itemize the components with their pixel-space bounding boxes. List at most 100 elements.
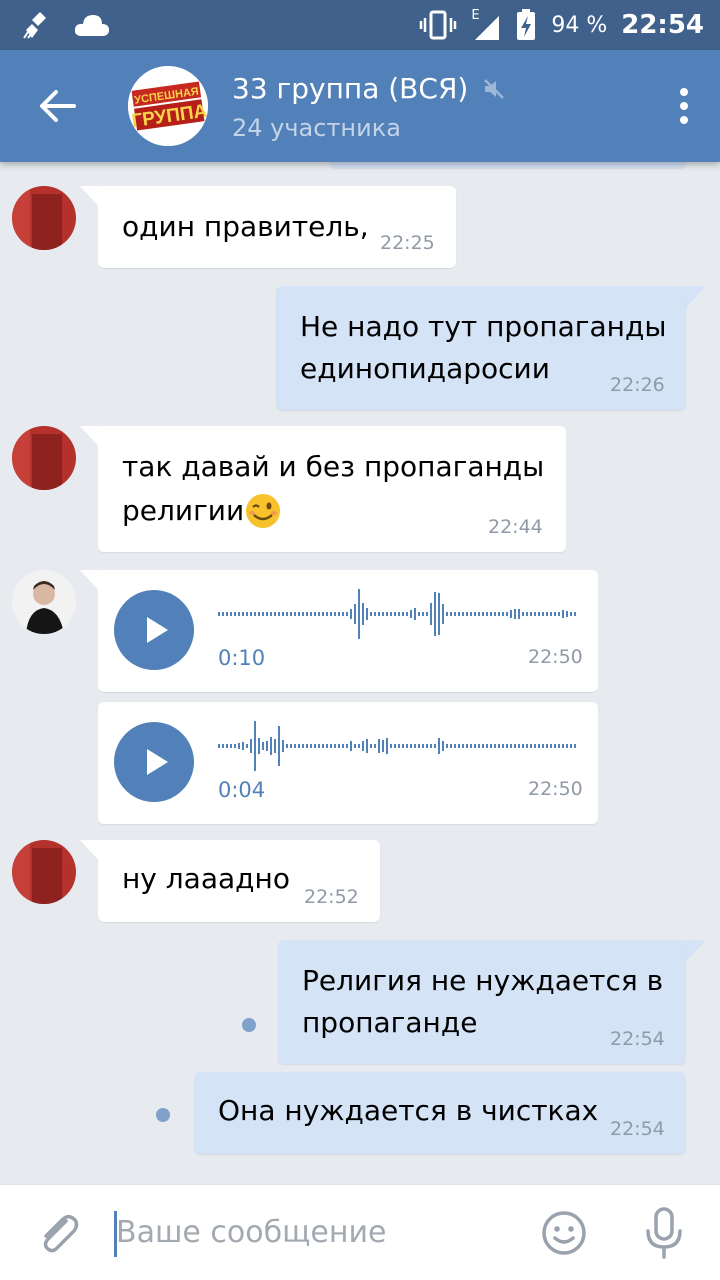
waveform-bar [506,744,508,748]
message-input[interactable]: Ваше сообщение [116,1215,386,1250]
waveform-bar [302,612,304,616]
voice-waveform [218,589,576,639]
microphone-icon[interactable] [640,1207,688,1259]
message-time: 22:54 [610,1028,665,1050]
waveform-bar [434,744,436,748]
emoji-smile-icon[interactable] [540,1209,588,1257]
sender-avatar[interactable] [12,840,76,904]
message-bubble[interactable]: один правитель, 22:25 [98,186,456,268]
message-composer: Ваше сообщение [0,1184,720,1280]
waveform-bar [342,744,344,748]
waveform-bar [246,744,248,748]
voice-play-button[interactable] [114,722,194,802]
cleaner-icon [23,12,46,39]
waveform-bar [554,612,556,616]
voice-message[interactable]: 0:04 22:50 [98,702,598,824]
waveform-bar [262,742,264,750]
waveform-bar [538,744,540,748]
waveform-bar [282,740,284,752]
sender-avatar[interactable] [12,426,76,490]
message-text-line2: религии [122,494,245,527]
waveform-bar [414,608,416,620]
voice-message[interactable]: 0:10 22:50 [98,570,598,692]
previous-message-edge [330,162,686,168]
group-avatar[interactable]: УСПЕШНАЯ ГРУППА [128,66,208,146]
waveform-bar [266,741,268,751]
waveform-bar [322,612,324,616]
waveform-bar [350,741,352,751]
waveform-bar [378,739,380,753]
waveform-bar [522,744,524,748]
chat-title[interactable]: 33 группа (ВСЯ) [232,72,506,105]
message-bubble[interactable]: Она нуждается в чистках 22:54 [194,1072,686,1154]
waveform-bar [274,739,276,753]
waveform-bar [486,612,488,616]
waveform-bar [302,744,304,748]
waveform-bar [306,744,308,748]
message-bubble[interactable]: так давай и без пропаганды религии 22:44 [98,426,566,552]
back-arrow-icon[interactable] [36,86,76,126]
waveform-bar [258,612,260,616]
waveform-bar [382,740,384,752]
waveform-bar [374,612,376,616]
waveform-bar [314,612,316,616]
waveform-bar [366,739,368,753]
wink-emoji-icon [246,494,280,528]
waveform-bar [346,612,348,616]
waveform-bar [438,593,440,635]
message-bubble[interactable]: ну лааадно 22:52 [98,840,380,922]
waveform-bar [570,612,572,616]
waveform-bar [526,744,528,748]
waveform-bar [294,744,296,748]
waveform-bar [550,744,552,748]
waveform-bar [274,612,276,616]
waveform-bar [422,612,424,616]
waveform-bar [398,744,400,748]
waveform-bar [518,609,520,619]
waveform-bar [382,612,384,616]
waveform-bar [422,744,424,748]
waveform-bar [546,612,548,616]
message-time: 22:50 [528,778,583,800]
waveform-bar [562,744,564,748]
waveform-bar [450,744,452,748]
message-bubble[interactable]: Не надо тут пропаганды единопидаросии 22… [276,286,686,410]
waveform-bar [234,612,236,616]
waveform-bar [430,603,432,625]
waveform-bar [334,612,336,616]
waveform-bar [226,612,228,616]
message-text: ну лааадно [122,862,290,895]
message-text: один правитель, [122,210,369,243]
message-bubble[interactable]: Религия не нуждается в пропаганде 22:54 [278,940,686,1064]
sender-avatar[interactable] [12,186,76,250]
waveform-bar [358,589,360,639]
more-vertical-icon[interactable] [678,86,690,126]
waveform-bar [286,744,288,748]
waveform-bar [466,612,468,616]
waveform-bar [486,744,488,748]
unread-indicator [156,1108,170,1122]
waveform-bar [426,744,428,748]
message-time: 22:44 [488,516,543,538]
waveform-bar [346,744,348,748]
waveform-bar [282,612,284,616]
message-text-line1: Не надо тут пропаганды [300,310,667,343]
play-icon [147,617,168,643]
waveform-bar [474,744,476,748]
waveform-bar [330,612,332,616]
waveform-bar [430,744,432,748]
waveform-bar [438,738,440,754]
attach-paperclip-icon[interactable] [34,1209,82,1257]
waveform-bar [498,744,500,748]
waveform-bar [318,744,320,748]
waveform-bar [354,604,356,624]
cloud-icon [74,15,109,36]
waveform-bar [462,612,464,616]
sender-avatar[interactable] [12,570,76,634]
waveform-bar [338,612,340,616]
voice-play-button[interactable] [114,590,194,670]
waveform-bar [574,744,576,748]
unread-indicator [242,1018,256,1032]
waveform-bar [518,744,520,748]
message-feed[interactable]: один правитель, 22:25 Не надо тут пропаг… [0,162,720,1184]
